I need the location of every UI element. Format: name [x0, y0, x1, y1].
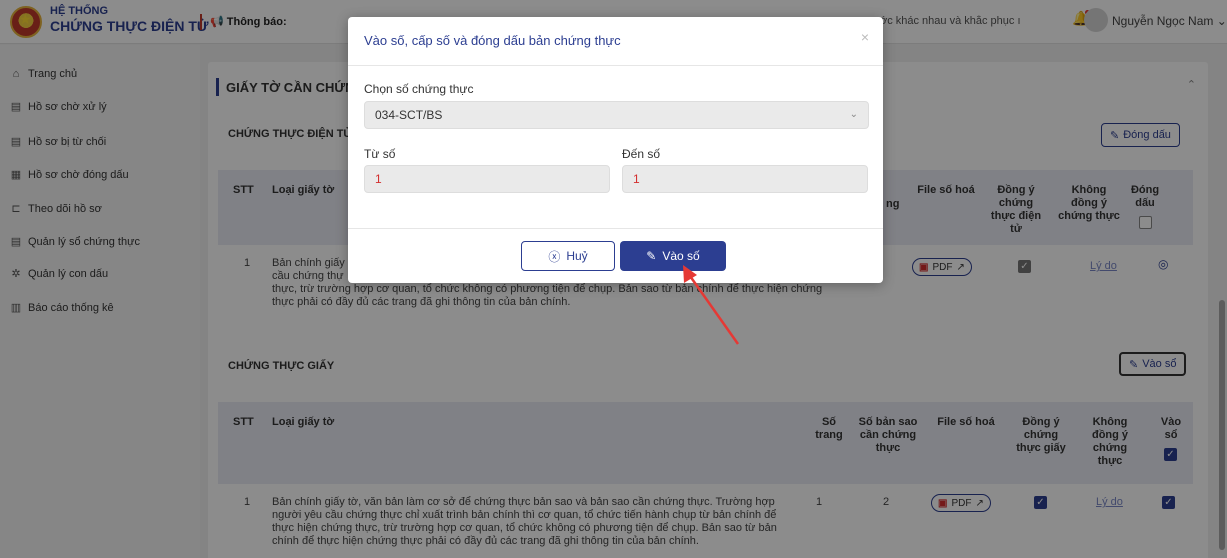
annotation-arrow — [683, 265, 740, 345]
